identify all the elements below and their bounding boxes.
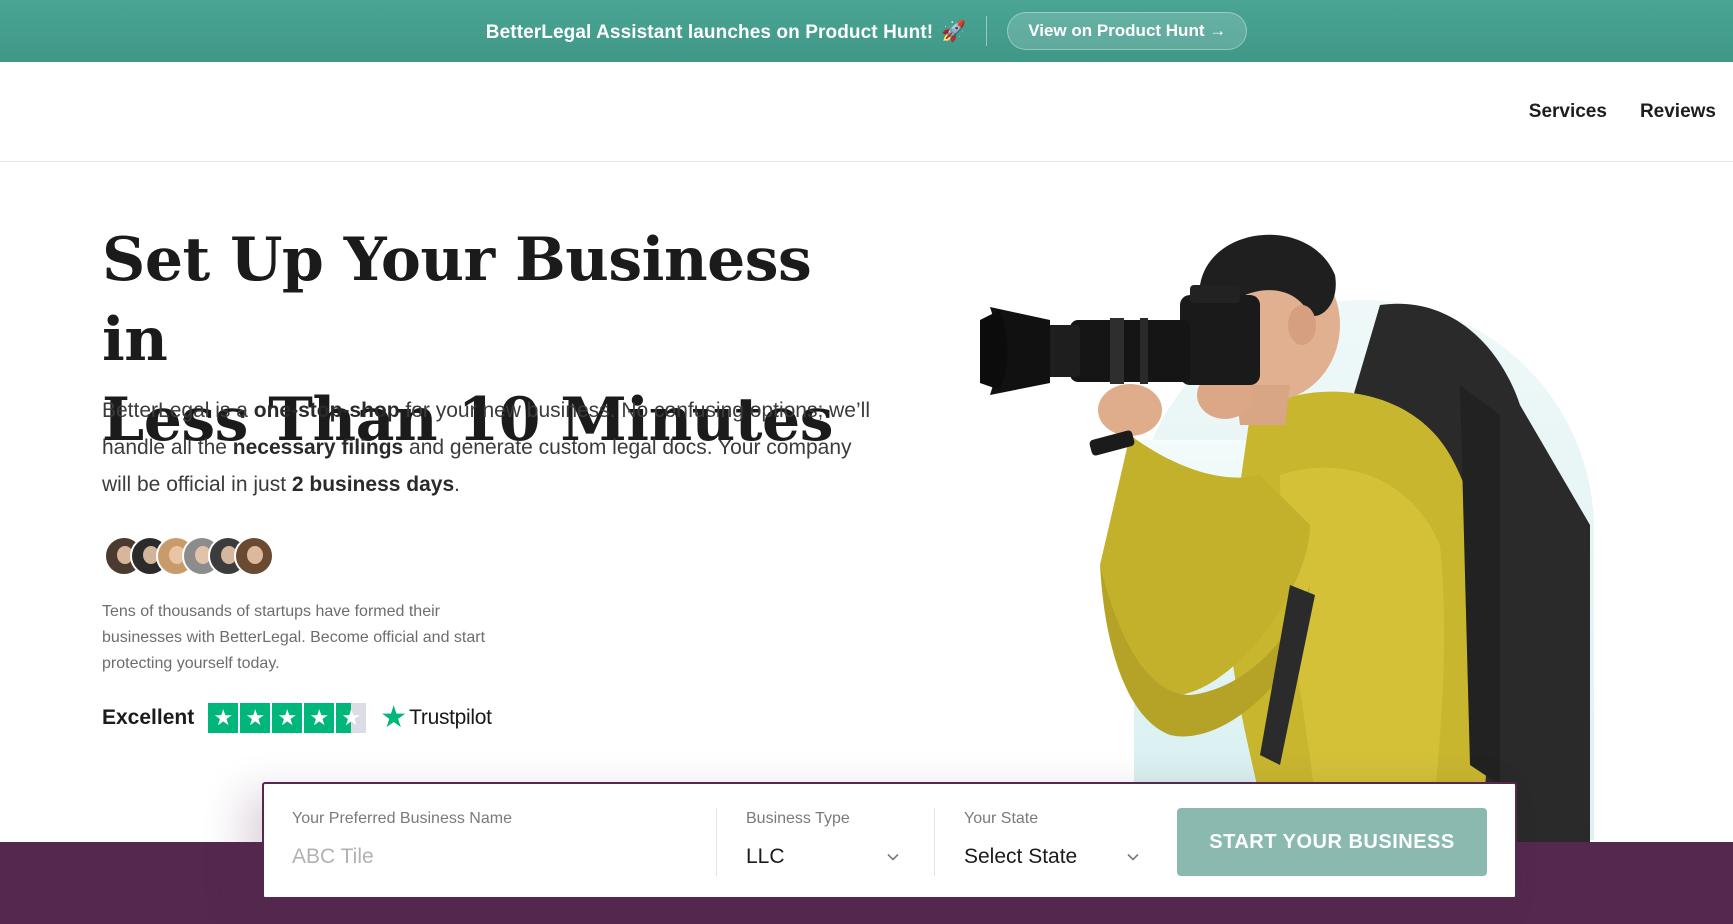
view-on-product-hunt-button[interactable]: View on Product Hunt → (1007, 12, 1248, 50)
business-type-select[interactable]: LLC (746, 845, 785, 869)
rocket-icon: 🚀 (941, 20, 967, 43)
nav-link-reviews[interactable]: Reviews (1640, 101, 1716, 123)
avatar (234, 536, 274, 576)
customer-avatars (104, 536, 274, 578)
star-icon: ★ (272, 703, 303, 733)
promo-bar: BetterLegal Assistant launches on Produc… (0, 0, 1733, 62)
field-divider (934, 808, 935, 876)
promo-text: BetterLegal Assistant launches on Produc… (485, 20, 967, 43)
site-header: Services Reviews (0, 62, 1733, 162)
business-name-input[interactable] (292, 840, 672, 874)
desc-bold: 2 business days (291, 473, 455, 496)
desc-bold: one-stop-shop (253, 399, 400, 422)
business-setup-form: Your Preferred Business Name Business Ty… (262, 782, 1517, 899)
trustpilot-rating: Excellent ★ ★ ★ ★ ★ ★ Trustpilot (102, 702, 492, 734)
star-icon: ★ (208, 703, 239, 733)
field-divider (716, 808, 717, 876)
half-star-icon: ★ (336, 703, 367, 733)
main-nav: Services Reviews (1529, 62, 1716, 162)
hero-title-line1: Set Up Your Business in (102, 225, 812, 375)
trustpilot-logo[interactable]: ★ Trustpilot (380, 703, 492, 733)
rating-label: Excellent (102, 706, 195, 729)
social-proof-text: Tens of thousands of startups have forme… (102, 603, 486, 672)
photographer-image (980, 234, 1590, 845)
desc-bold: necessary filings (232, 436, 404, 459)
trustpilot-name: Trustpilot (409, 706, 492, 729)
chevron-down-icon[interactable] (886, 850, 900, 864)
desc-text: . (454, 473, 460, 496)
state-select[interactable]: Select State (964, 845, 1077, 869)
hero-description: BetterLegal is a one-stop-shop for your … (102, 392, 872, 503)
chevron-down-icon[interactable] (1126, 850, 1140, 864)
promo-divider (986, 16, 988, 46)
trustpilot-star-icon: ★ (380, 701, 408, 734)
star-icon: ★ (304, 703, 335, 733)
start-your-business-button[interactable]: START YOUR BUSINESS (1177, 808, 1487, 876)
desc-text: BetterLegal is a (102, 399, 254, 422)
star-icon: ★ (240, 703, 271, 733)
nav-link-services[interactable]: Services (1529, 101, 1607, 123)
business-type-label: Business Type (746, 810, 850, 827)
state-label: Your State (964, 810, 1039, 827)
business-name-label: Your Preferred Business Name (292, 810, 512, 827)
rating-stars: ★ ★ ★ ★ ★ (208, 703, 367, 733)
